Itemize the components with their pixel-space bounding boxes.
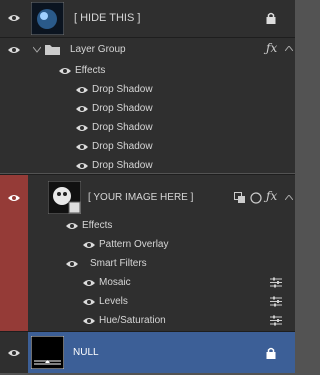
- filter-options-icon[interactable]: [270, 296, 282, 307]
- effect-drop-shadow[interactable]: Drop Shadow: [92, 103, 153, 115]
- chevron-up-icon[interactable]: [285, 46, 293, 51]
- layer-name: NULL: [73, 347, 99, 358]
- eye-icon[interactable]: [7, 348, 21, 358]
- adjustment-circle-icon[interactable]: [250, 192, 262, 204]
- filter-mosaic[interactable]: Mosaic: [99, 277, 131, 289]
- eye-icon[interactable]: [82, 316, 96, 326]
- eye-icon[interactable]: [82, 297, 96, 307]
- eye-icon[interactable]: [75, 104, 89, 114]
- layer-null[interactable]: NULL: [0, 332, 295, 373]
- effect-drop-shadow[interactable]: Drop Shadow: [92, 122, 153, 134]
- link-mask-icon[interactable]: [234, 192, 246, 204]
- eye-icon[interactable]: [7, 45, 21, 55]
- effect-drop-shadow[interactable]: Drop Shadow: [92, 160, 153, 172]
- effects-label: Effects: [82, 220, 113, 231]
- eye-icon[interactable]: [58, 66, 72, 76]
- layer-thumbnail-icon: [31, 336, 64, 369]
- effects-label: Effects: [75, 65, 106, 76]
- folder-icon: [45, 45, 60, 55]
- layer-group[interactable]: Layer Group ƒx Effects Drop Shadow Drop …: [0, 38, 295, 173]
- eye-icon[interactable]: [82, 278, 96, 288]
- eye-icon[interactable]: [7, 13, 21, 23]
- fx-icon[interactable]: ƒx: [266, 189, 277, 203]
- layer-hide-this[interactable]: [ HIDE THIS ]: [0, 0, 295, 37]
- fx-icon[interactable]: ƒx: [266, 41, 277, 55]
- eye-icon[interactable]: [82, 240, 96, 250]
- filter-options-icon[interactable]: [270, 277, 282, 288]
- effect-drop-shadow[interactable]: Drop Shadow: [92, 141, 153, 153]
- layer-your-image[interactable]: [ YOUR IMAGE HERE ] ƒx Effects Pattern O…: [0, 175, 295, 331]
- eye-icon[interactable]: [7, 193, 21, 203]
- eye-icon[interactable]: [65, 259, 79, 269]
- group-name: Layer Group: [70, 44, 126, 55]
- eye-icon[interactable]: [75, 85, 89, 95]
- eye-icon[interactable]: [75, 142, 89, 152]
- filter-hue-saturation[interactable]: Hue/Saturation: [99, 315, 166, 327]
- smart-object-thumbnail-icon: [48, 181, 81, 214]
- effect-drop-shadow[interactable]: Drop Shadow: [92, 84, 153, 96]
- layer-name: [ HIDE THIS ]: [74, 12, 141, 24]
- layer-thumbnail-icon: [31, 2, 64, 35]
- effect-pattern-overlay[interactable]: Pattern Overlay: [99, 239, 168, 251]
- filter-levels[interactable]: Levels: [99, 296, 128, 308]
- chevron-down-icon[interactable]: [33, 46, 41, 54]
- lock-icon: [266, 347, 276, 359]
- layer-name: [ YOUR IMAGE HERE ]: [88, 192, 194, 203]
- eye-icon[interactable]: [75, 123, 89, 133]
- smart-filters-label: Smart Filters: [90, 258, 147, 269]
- eye-icon[interactable]: [75, 161, 89, 171]
- eye-icon[interactable]: [65, 221, 79, 231]
- filter-options-icon[interactable]: [270, 315, 282, 326]
- lock-icon: [266, 12, 276, 24]
- chevron-up-icon[interactable]: [285, 195, 293, 200]
